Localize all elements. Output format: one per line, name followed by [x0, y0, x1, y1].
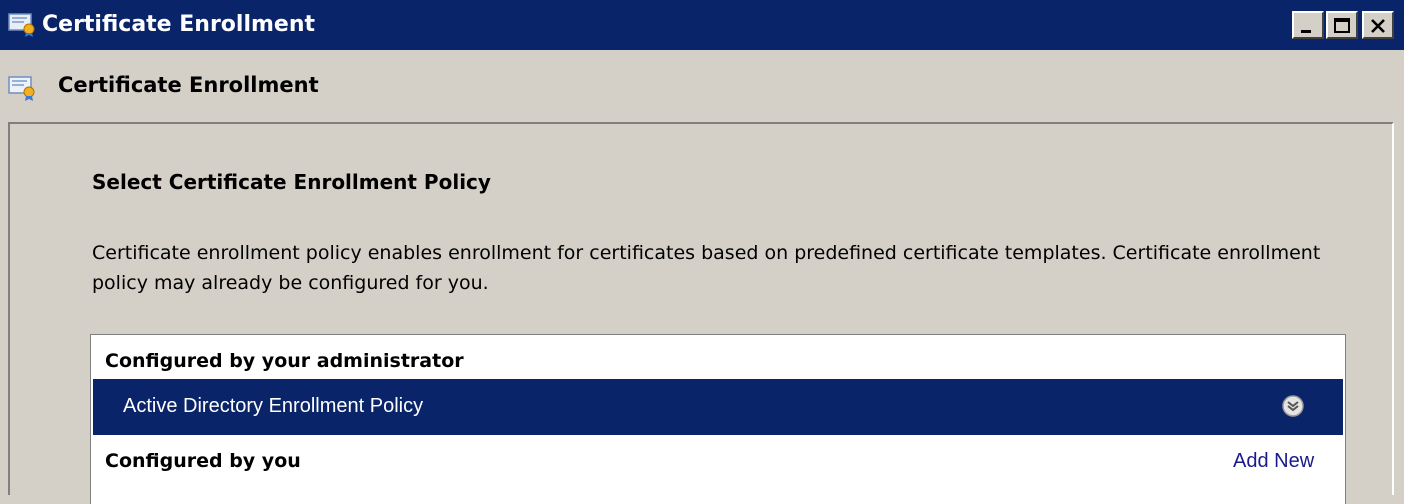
certificate-enrollment-window: Certificate Enrollment Certificate Enrol… — [0, 0, 1404, 504]
close-button[interactable] — [1362, 11, 1394, 39]
policy-row-active-directory[interactable]: Active Directory Enrollment Policy — [93, 379, 1343, 435]
policy-list: Configured by your administrator Active … — [90, 334, 1346, 504]
minimize-icon — [1301, 30, 1311, 33]
policy-description: Certificate enrollment policy enables en… — [92, 242, 1321, 294]
expand-details-icon[interactable] — [1281, 394, 1305, 418]
maximize-icon — [1334, 18, 1350, 33]
group-header-you: Configured by you — [105, 450, 301, 472]
group-header-administrator: Configured by your administrator — [105, 350, 464, 372]
certificate-icon — [8, 12, 38, 38]
header-title: Certificate Enrollment — [58, 73, 319, 97]
wizard-header: Certificate Enrollment — [0, 50, 1404, 122]
add-new-link[interactable]: Add New — [1233, 447, 1314, 475]
content-panel: Select Certificate Enrollment Policy Cer… — [8, 122, 1394, 504]
policy-name: Active Directory Enrollment Policy — [123, 395, 424, 417]
minimize-button[interactable] — [1292, 11, 1324, 39]
section-title: Select Certificate Enrollment Policy — [92, 170, 491, 194]
certificate-icon — [8, 74, 38, 102]
close-icon — [1371, 19, 1385, 33]
window-title: Certificate Enrollment — [42, 12, 316, 37]
maximize-button[interactable] — [1326, 11, 1358, 39]
title-bar: Certificate Enrollment — [0, 0, 1404, 50]
